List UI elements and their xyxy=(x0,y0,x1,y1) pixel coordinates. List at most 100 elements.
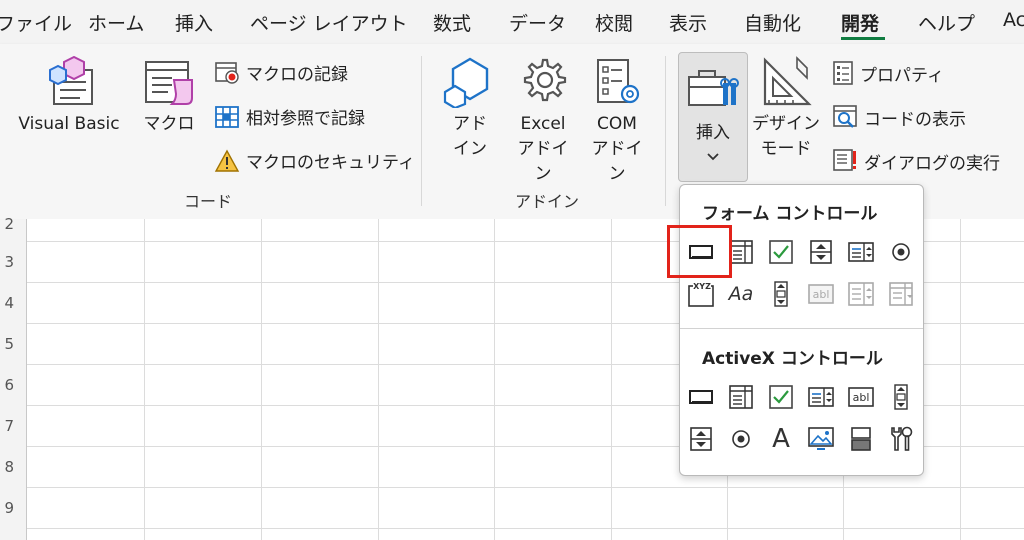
insert-controls-button[interactable]: 挿入 xyxy=(678,52,748,182)
properties-label: プロパティ xyxy=(860,65,944,86)
form-option-button-control[interactable] xyxy=(886,237,916,267)
relative-reference-label: 相対参照で記録 xyxy=(246,109,365,129)
row-header[interactable]: 2 3 4 5 6 7 8 9 xyxy=(0,215,27,540)
image-icon xyxy=(808,427,834,450)
column-gridline xyxy=(611,219,612,540)
scroll-bar-icon xyxy=(894,384,908,410)
triangle-ruler-icon xyxy=(763,56,812,106)
text-field-icon: abl xyxy=(808,284,834,304)
form-combo-dropdown-edit-control[interactable] xyxy=(886,279,916,309)
run-dialog-label: ダイアログの実行 xyxy=(864,153,1000,174)
visual-basic-icon xyxy=(49,56,93,105)
activex-spin-button-control[interactable] xyxy=(686,424,716,454)
row-number[interactable]: 2 xyxy=(0,215,14,233)
row-number[interactable]: 7 xyxy=(0,417,14,435)
activex-image-control[interactable] xyxy=(806,424,836,454)
com-addins-label-line2: アドイン xyxy=(591,139,643,184)
tab-insert[interactable]: 挿入 xyxy=(175,9,213,36)
combo-dropdown-edit-icon xyxy=(889,282,913,306)
macros-label: マクロ xyxy=(143,114,195,134)
macro-security-label: マクロのセキュリティ xyxy=(246,153,415,173)
activex-combo-box-control[interactable] xyxy=(726,382,756,412)
visual-basic-button[interactable]: Visual Basic xyxy=(8,56,130,137)
tab-page-layout[interactable]: ページ レイアウト xyxy=(250,9,408,36)
tab-file[interactable]: ファイル xyxy=(0,9,72,36)
design-mode-label-line2: モード xyxy=(760,139,812,159)
list-box-icon xyxy=(848,242,874,262)
relative-reference-icon xyxy=(215,105,239,128)
combo-list-edit-icon xyxy=(848,282,874,306)
warning-icon xyxy=(214,149,240,172)
excel-addins-label-line2: アドイン xyxy=(517,139,569,184)
form-spin-button-control[interactable] xyxy=(806,237,836,267)
activex-controls-heading: ActiveX コントロール xyxy=(702,349,883,369)
properties-button[interactable]: プロパティ xyxy=(832,60,944,86)
row-number[interactable]: 8 xyxy=(0,458,14,476)
column-gridline xyxy=(494,219,495,540)
row-number[interactable]: 6 xyxy=(0,376,14,394)
tab-home[interactable]: ホーム xyxy=(88,9,144,36)
column-gridline xyxy=(261,219,262,540)
com-addins-label-line1: COM xyxy=(597,114,637,134)
row-gridline xyxy=(0,528,1024,529)
addins-label-line2: イン xyxy=(453,139,487,159)
com-addins-button[interactable]: COM アドイン xyxy=(584,56,650,187)
activex-check-box-control[interactable] xyxy=(766,382,796,412)
addins-button[interactable]: アド イン xyxy=(440,56,500,162)
form-group-box-control[interactable]: XYZ xyxy=(686,279,716,309)
activex-list-box-control[interactable] xyxy=(806,382,836,412)
com-addins-icon xyxy=(597,59,640,104)
tab-data[interactable]: データ xyxy=(509,9,566,36)
form-check-box-control[interactable] xyxy=(766,237,796,267)
record-macro-label: マクロの記録 xyxy=(246,65,348,85)
tab-formulas[interactable]: 数式 xyxy=(433,9,471,36)
form-list-box-control[interactable] xyxy=(846,237,876,267)
record-macro-icon xyxy=(215,61,239,84)
insert-label: 挿入 xyxy=(696,123,730,143)
macros-icon xyxy=(145,61,193,105)
excel-addins-button[interactable]: Excel アドイン xyxy=(510,56,576,187)
tab-help[interactable]: ヘルプ xyxy=(918,9,975,36)
run-dialog-button[interactable]: ダイアログの実行 xyxy=(832,148,1000,174)
row-number[interactable]: 5 xyxy=(0,335,14,353)
properties-icon xyxy=(833,61,853,85)
toggle-button-icon xyxy=(851,427,871,451)
tab-developer[interactable]: 開発 xyxy=(841,9,879,36)
activex-label-control[interactable]: A xyxy=(766,424,796,454)
relative-reference-button[interactable]: 相対参照で記録 xyxy=(214,104,365,129)
form-label-control[interactable]: Aa xyxy=(726,279,756,309)
activex-toggle-button-control[interactable] xyxy=(846,424,876,454)
option-button-icon xyxy=(732,430,750,448)
form-text-field-control[interactable]: abl xyxy=(806,279,836,309)
tab-automate[interactable]: 自動化 xyxy=(744,9,801,36)
macro-security-button[interactable]: マクロのセキュリティ xyxy=(214,148,415,173)
row-number[interactable]: 9 xyxy=(0,499,14,517)
activex-command-button-control[interactable] xyxy=(686,382,716,412)
design-mode-button[interactable]: デザイン モード xyxy=(752,56,820,162)
toolbox-icon xyxy=(688,70,739,106)
view-code-label: コードの表示 xyxy=(864,109,966,130)
abl-label: abl xyxy=(853,391,870,404)
tab-review[interactable]: 校閲 xyxy=(595,9,633,36)
row-number[interactable]: 4 xyxy=(0,294,14,312)
form-scroll-bar-control[interactable] xyxy=(766,279,796,309)
activex-more-controls[interactable] xyxy=(886,424,916,454)
tab-acrobat[interactable]: Ac xyxy=(1003,9,1024,31)
active-tab-indicator xyxy=(841,37,885,40)
addins-icon xyxy=(443,57,489,108)
activex-text-box-control[interactable]: abl xyxy=(846,382,876,412)
form-combo-list-edit-control[interactable] xyxy=(846,279,876,309)
row-gridline xyxy=(0,487,1024,488)
tab-view[interactable]: 表示 xyxy=(669,9,707,36)
activex-option-button-control[interactable] xyxy=(726,424,756,454)
ribbon-tab-bar: ファイル ホーム 挿入 ページ レイアウト 数式 データ 校閲 表示 自動化 開… xyxy=(0,0,1024,44)
macros-button[interactable]: マクロ xyxy=(140,56,198,137)
column-gridline xyxy=(960,219,961,540)
activex-scroll-bar-control[interactable] xyxy=(886,382,916,412)
row-number[interactable]: 3 xyxy=(0,253,14,271)
view-code-button[interactable]: コードの表示 xyxy=(832,104,966,130)
list-box-icon xyxy=(808,387,834,407)
record-macro-button[interactable]: マクロの記録 xyxy=(214,60,348,85)
group-separator xyxy=(421,56,422,206)
xyz-label: XYZ xyxy=(693,282,711,291)
